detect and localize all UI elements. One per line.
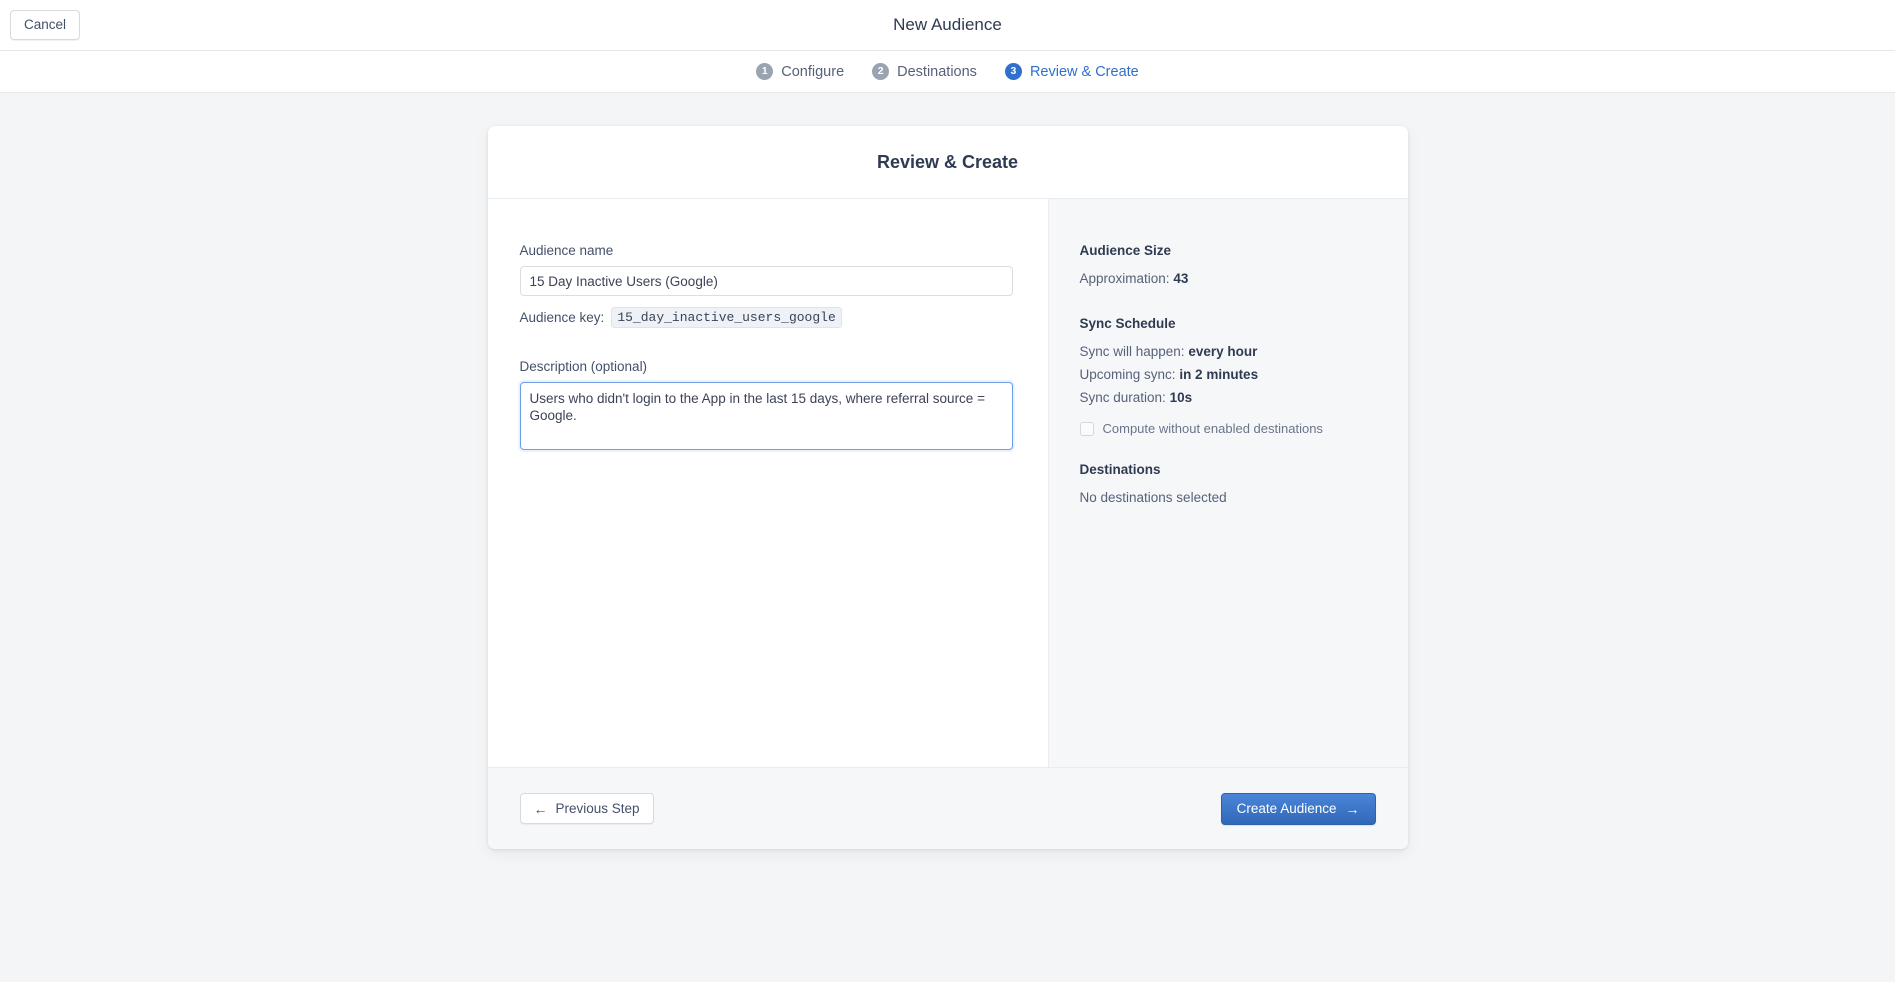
top-bar: Cancel New Audience [0,0,1895,51]
description-textarea[interactable] [519,382,1013,450]
review-create-card: Review & Create Audience name Audience k… [487,126,1408,849]
arrow-right-icon: → [1345,800,1360,817]
compute-without-destinations-label: Compute without enabled destinations [1102,421,1323,436]
step-label: Destinations [897,63,977,80]
destinations-empty-text: No destinations selected [1079,490,1227,505]
cancel-button[interactable]: Cancel [10,10,81,40]
audience-key-row: Audience key: 15_day_inactive_users_goog… [520,307,1013,328]
wizard-stepper: 1 Configure 2 Destinations 3 Review & Cr… [0,51,1895,93]
step-label: Configure [781,63,845,80]
sync-duration-value: 10s [1169,390,1193,405]
upcoming-sync-row: Upcoming sync: in 2 minutes [1080,367,1408,382]
description-label: Description (optional) [519,359,648,374]
audience-name-input[interactable] [519,266,1013,296]
audience-name-label: Audience name [519,243,614,258]
sync-schedule-section: Sync Schedule Sync will happen: every ho… [1079,316,1408,436]
sync-frequency-value: every hour [1188,344,1258,359]
card-body: Audience name Audience key: 15_day_inact… [487,199,1408,767]
audience-size-section: Audience Size Approximation: 43 [1080,243,1408,286]
checkbox-unchecked-icon[interactable] [1079,421,1094,436]
page-title: New Audience [893,15,1002,34]
create-audience-button[interactable]: Create Audience → [1220,792,1376,825]
step-number-badge: 1 [756,63,774,80]
card-footer: ← Previous Step Create Audience → [487,767,1408,849]
previous-step-button[interactable]: ← Previous Step [519,793,654,824]
sync-frequency-label: Sync will happen: [1079,344,1185,359]
previous-step-label: Previous Step [555,801,640,816]
create-audience-label: Create Audience [1236,801,1337,816]
description-block: Description (optional) [519,359,1013,455]
step-number-badge: 2 [872,63,890,80]
approximation-label: Approximation: [1079,271,1170,286]
card-header: Review & Create [487,126,1408,199]
form-column: Audience name Audience key: 15_day_inact… [487,199,1049,767]
card-title: Review & Create [876,151,1019,172]
step-label: Review & Create [1029,63,1139,80]
audience-size-heading: Audience Size [1079,243,1172,258]
sync-duration-row: Sync duration: 10s [1080,390,1408,405]
sync-frequency-row: Sync will happen: every hour [1080,344,1408,359]
destinations-section: Destinations No destinations selected [1080,462,1408,505]
sync-schedule-heading: Sync Schedule [1079,316,1176,331]
destinations-heading: Destinations [1079,462,1161,477]
summary-column: Audience Size Approximation: 43 Sync Sch… [1048,199,1408,767]
approximation-row: Approximation: 43 [1080,271,1408,286]
step-review-create[interactable]: 3 Review & Create [1004,63,1139,80]
arrow-left-icon: ← [533,800,548,817]
page-content: Review & Create Audience name Audience k… [0,93,1895,982]
approximation-value: 43 [1173,271,1189,286]
compute-without-destinations-row[interactable]: Compute without enabled destinations [1079,421,1408,436]
step-number-badge: 3 [1004,63,1022,80]
sync-duration-label: Sync duration: [1079,390,1166,405]
upcoming-sync-value: in 2 minutes [1179,367,1259,382]
step-configure[interactable]: 1 Configure [756,63,844,80]
audience-key-value: 15_day_inactive_users_google [611,307,842,328]
audience-key-label: Audience key: [519,310,605,325]
upcoming-sync-label: Upcoming sync: [1079,367,1176,382]
step-destinations[interactable]: 2 Destinations [872,63,977,80]
